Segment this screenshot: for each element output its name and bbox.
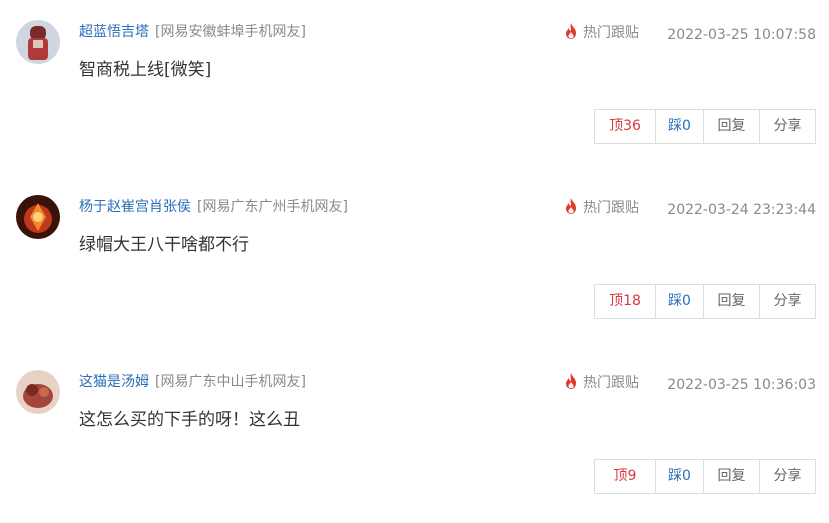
user-line: 超蓝悟吉塔 [网易安徽蚌埠手机网友] [79,22,306,42]
hot-comment-label: 热门跟贴 [583,375,639,391]
hot-comment-tag: 热门跟贴 [563,197,639,218]
user-location: [网易广东广州手机网友] [197,199,348,215]
comment-content: 这怎么买的下手的呀！这么丑 [79,410,300,430]
fire-icon [566,23,576,39]
reply-button[interactable]: 回复 [703,285,759,318]
fire-icon [566,198,576,214]
upvote-button[interactable]: 顶36 [595,110,655,143]
comment-actions: 顶18 踩0 回复 分享 [594,284,816,319]
share-button[interactable]: 分享 [759,110,815,143]
avatar[interactable] [16,195,60,239]
comment-item: 杨于赵崔宫肖张侯 [网易广东广州手机网友] 热门跟贴 2022-03-24 23:… [0,175,829,350]
comment-item: 这猫是汤姆 [网易广东中山手机网友] 热门跟贴 2022-03-25 10:36:… [0,350,829,523]
avatar[interactable] [16,20,60,64]
comment-item: 超蓝悟吉塔 [网易安徽蚌埠手机网友] 热门跟贴 2022-03-25 10:07:… [0,0,829,175]
downvote-button[interactable]: 踩0 [655,110,703,143]
comment-actions: 顶9 踩0 回复 分享 [594,459,816,494]
user-line: 这猫是汤姆 [网易广东中山手机网友] [79,372,306,392]
hot-comment-tag: 热门跟贴 [563,22,639,43]
downvote-button[interactable]: 踩0 [655,285,703,318]
downvote-button[interactable]: 踩0 [655,460,703,493]
comment-timestamp: 2022-03-24 23:23:44 [667,202,816,218]
reply-button[interactable]: 回复 [703,460,759,493]
upvote-button[interactable]: 顶9 [595,460,655,493]
username-link[interactable]: 超蓝悟吉塔 [79,24,149,40]
fire-icon [566,373,576,389]
share-button[interactable]: 分享 [759,460,815,493]
hot-comment-tag: 热门跟贴 [563,372,639,393]
username-link[interactable]: 杨于赵崔宫肖张侯 [79,199,191,215]
comment-actions: 顶36 踩0 回复 分享 [594,109,816,144]
comment-content: 智商税上线[微笑] [79,60,212,80]
user-location: [网易广东中山手机网友] [155,374,306,390]
avatar[interactable] [16,370,60,414]
share-button[interactable]: 分享 [759,285,815,318]
hot-comment-label: 热门跟贴 [583,200,639,216]
comment-timestamp: 2022-03-25 10:36:03 [667,377,816,393]
username-link[interactable]: 这猫是汤姆 [79,374,149,390]
comment-content: 绿帽大王八干啥都不行 [79,235,249,255]
reply-button[interactable]: 回复 [703,110,759,143]
upvote-button[interactable]: 顶18 [595,285,655,318]
user-line: 杨于赵崔宫肖张侯 [网易广东广州手机网友] [79,197,348,217]
hot-comment-label: 热门跟贴 [583,25,639,41]
comment-timestamp: 2022-03-25 10:07:58 [667,27,816,43]
user-location: [网易安徽蚌埠手机网友] [155,24,306,40]
